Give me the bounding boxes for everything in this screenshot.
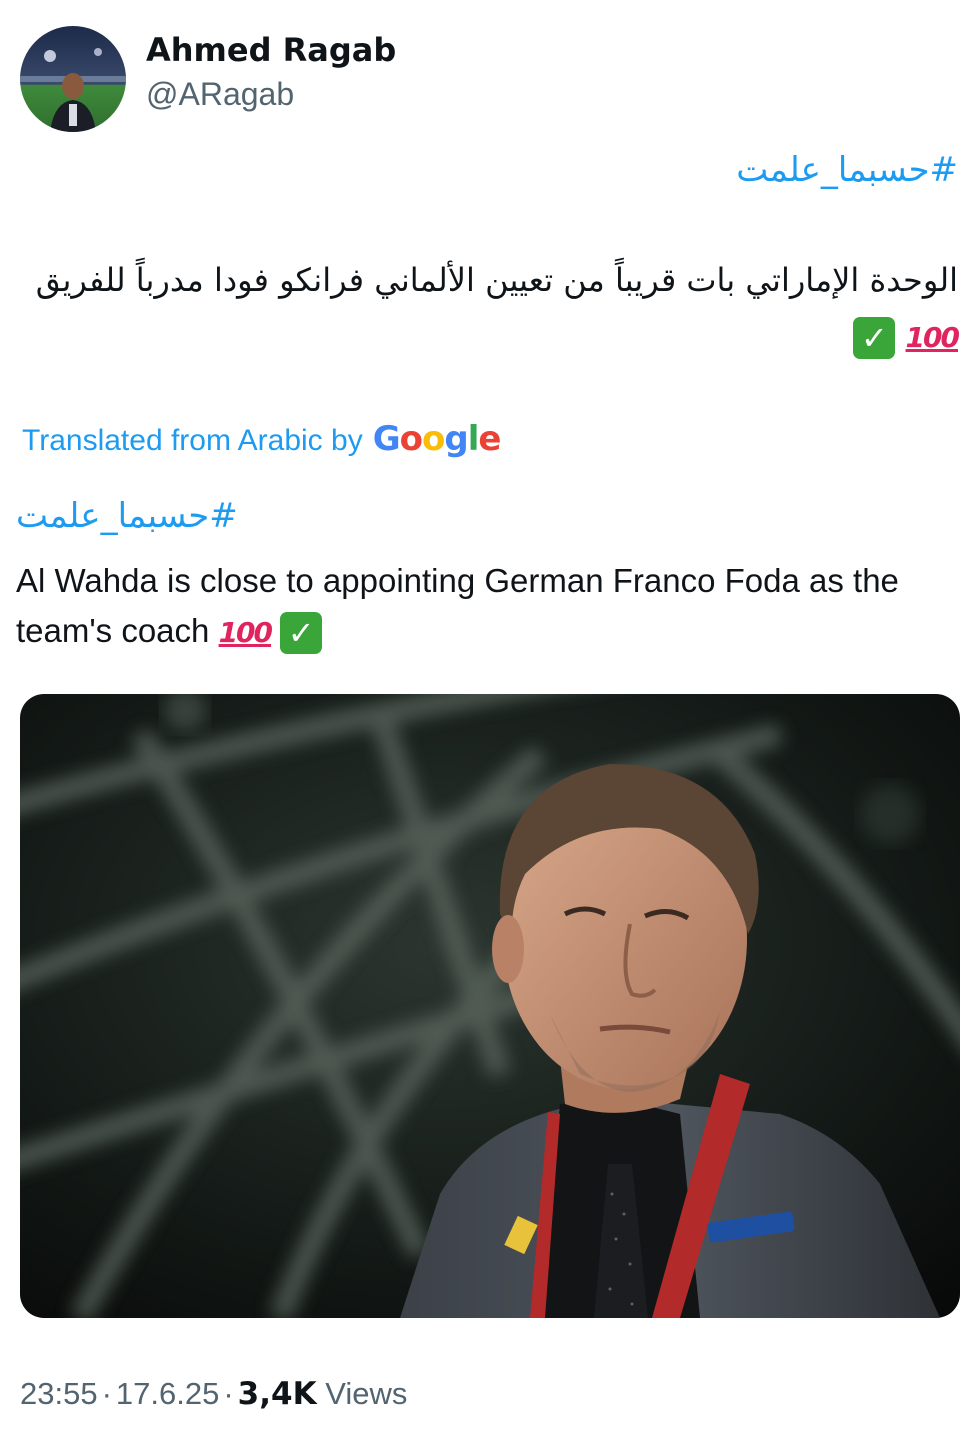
author-display-name[interactable]: Ahmed Ragab [146, 30, 396, 70]
tweet-time[interactable]: 23:55 [20, 1376, 98, 1411]
google-logo: Google [372, 418, 502, 460]
google-letter: G [372, 419, 401, 459]
tweet-text-translated: Al Wahda is close to appointing German F… [16, 556, 950, 658]
google-letter: o [421, 419, 445, 459]
tweet-text-arabic-content: الوحدة الإماراتي بات قريباً من تعيين الأ… [35, 261, 958, 299]
google-letter: l [467, 419, 480, 459]
check-mark-icon: ✓ [280, 612, 323, 655]
author-names: Ahmed Ragab @ARagab [146, 30, 396, 114]
views-label: Views [325, 1376, 408, 1411]
tweet-media-photo[interactable] [20, 694, 960, 1318]
google-letter: e [478, 419, 501, 459]
google-letter: o [399, 419, 423, 459]
hashtag-link[interactable]: #حسبما_علمت [736, 148, 958, 192]
separator: · [101, 1376, 112, 1411]
hundred-points-icon: 100 [218, 616, 273, 650]
separator: · [223, 1376, 234, 1411]
google-letter: g [444, 419, 468, 459]
tweet-header: Ahmed Ragab @ARagab [20, 26, 396, 132]
hashtag-link-translated[interactable]: #حسبما_علمت [16, 494, 238, 538]
tweet-meta: 23:55 · 17.6.25 · 3,4K Views [20, 1372, 407, 1416]
views-count[interactable]: 3,4K [238, 1376, 317, 1412]
author-handle[interactable]: @ARagab [146, 74, 396, 114]
tweet-text-english-content: Al Wahda is close to appointing German F… [16, 562, 899, 649]
avatar[interactable] [20, 26, 126, 132]
tweet-date[interactable]: 17.6.25 [116, 1376, 219, 1411]
check-mark-icon: ✓ [853, 317, 896, 359]
translated-label: Translated from Arabic by [22, 424, 363, 457]
tweet-text-arabic: الوحدة الإماراتي بات قريباً من تعيين الأ… [22, 252, 960, 366]
translation-attribution[interactable]: Translated from Arabic by Google [22, 418, 502, 462]
hundred-points-icon: 100 [905, 321, 960, 354]
